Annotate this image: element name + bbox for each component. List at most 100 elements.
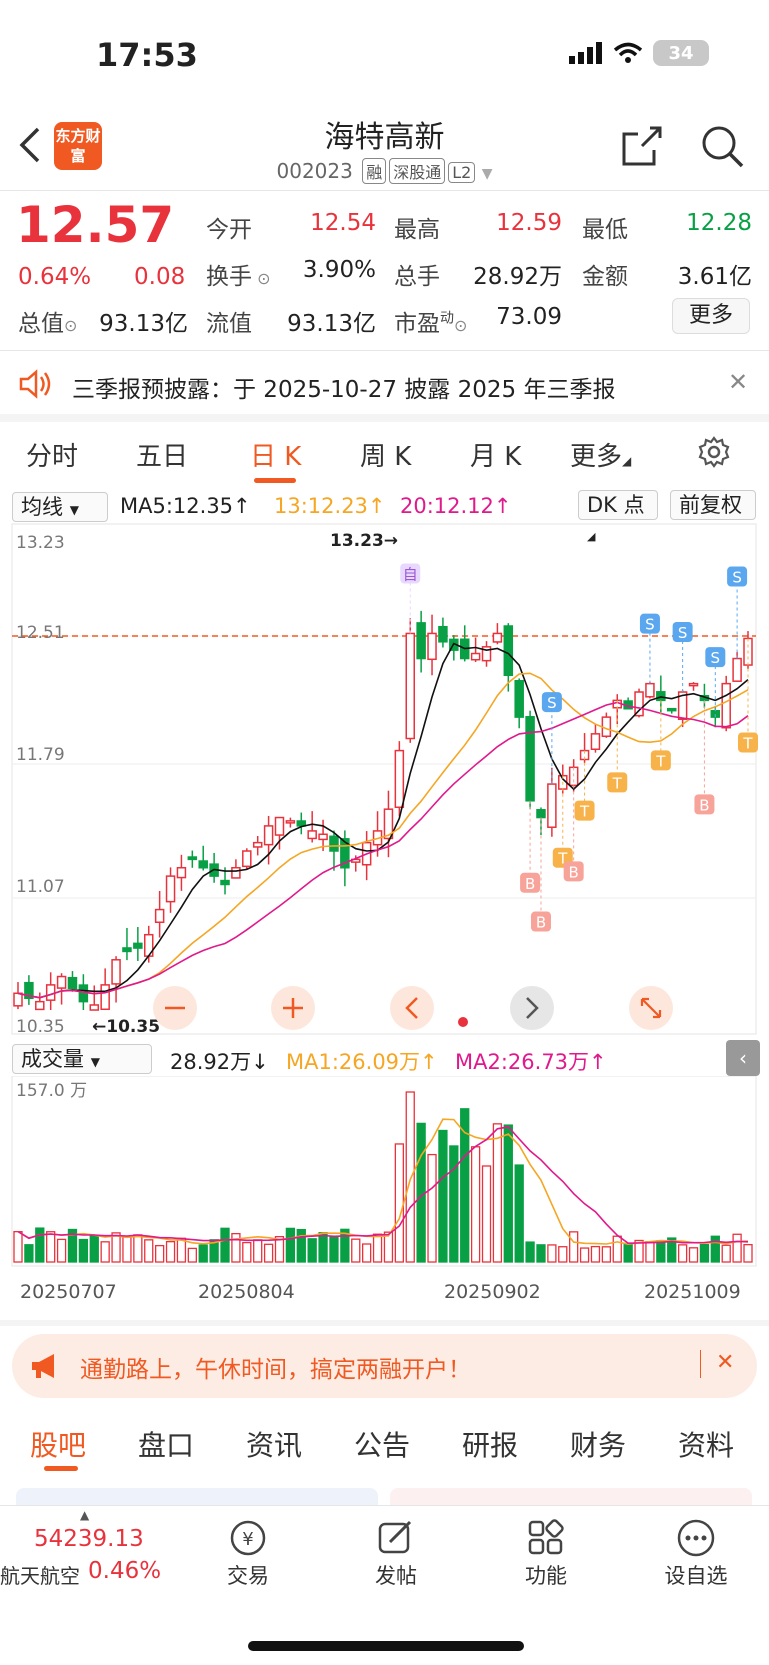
volume-chart[interactable]: 157.0 万 20250707 20250804 20250902 20251… [0,1076,769,1316]
low-value: 12.28 [686,210,752,236]
tab-financials[interactable]: 财务 [570,1424,626,1464]
fullscreen-button[interactable] [629,986,673,1030]
dropdown-icon[interactable]: ▼ [482,166,493,182]
svg-text:¥: ¥ [242,1529,253,1550]
dock-functions[interactable]: 功能 [496,1560,596,1590]
volume-bar [56,1238,67,1263]
tab-monthly-k[interactable]: 月 K [470,436,521,473]
dock-post[interactable]: 发帖 [346,1560,446,1590]
tab-intraday[interactable]: 分时 [26,436,78,473]
volume-bar [372,1233,383,1263]
tab-guba[interactable]: 股吧 [30,1424,86,1464]
candle-body [111,959,121,985]
volume-bar [721,1244,731,1263]
volume-bar [133,1234,143,1263]
y-tick: 10.35 [16,1017,65,1037]
promo-text: 通勤路上，午休时间，搞定两融开户！ [80,1357,471,1383]
notice-text[interactable]: 三季报预披露：于 2025-10-27 披露 2025 年三季报 [72,370,615,404]
y-tick: 11.79 [16,745,65,765]
tab-daily-k[interactable]: 日 K [250,436,301,473]
pan-left-button[interactable] [390,986,434,1030]
current-price: 12.57 [16,196,175,254]
volume-bar [743,1243,753,1263]
volume-bar [231,1232,241,1263]
kline-chart[interactable]: 13.23 12.51 11.79 11.07 10.35 13.23→ ←10… [0,520,769,1040]
candles-layer [13,610,753,1011]
pan-right-button[interactable] [510,986,554,1030]
volume-indicator-select[interactable]: 成交量 ▼ [12,1044,152,1074]
promo-close-icon[interactable]: ✕ [716,1350,734,1375]
tab-research[interactable]: 研报 [462,1424,518,1464]
amount-value: 3.61亿 [677,264,752,290]
volume-bar [351,1238,361,1263]
indicator-select[interactable]: 均线 ▼ [12,492,108,522]
settings-button[interactable] [698,436,730,475]
candle-body [732,657,742,682]
volume-bar [176,1237,187,1263]
index-value[interactable]: 54239.13 [34,1526,144,1552]
low-label: 最低 [582,217,628,243]
candle-body [416,622,426,660]
candle-body [492,632,503,643]
volume-bar [405,1091,415,1263]
dk-point-select[interactable]: DK 点◢ [578,490,658,543]
close-icon[interactable]: ✕ [728,368,748,396]
candle-body [89,1004,100,1011]
more-dots-icon[interactable] [675,1518,717,1562]
tag-margin: 融 [362,158,387,184]
ma5-legend: MA5:12.35↑ [120,494,251,518]
share-icon [622,126,662,166]
float-cap-value: 93.13亿 [287,311,376,337]
volume-bar [285,1227,296,1263]
signal-label: B [536,914,546,932]
candle-body [721,682,731,729]
x-tick: 20251009 [644,1281,741,1303]
index-change: 0.46% [88,1558,162,1584]
adjust-button[interactable]: 前复权 [670,490,756,520]
info-icon[interactable]: ⊙ [64,316,77,335]
amount-label: 金额 [582,264,628,290]
stock-code: 002023 [276,159,353,183]
info-icon[interactable]: ⊙ [252,269,270,288]
dock-trade[interactable]: 交易 [198,1560,298,1590]
share-button[interactable] [620,124,664,172]
tab-announcements[interactable]: 公告 [354,1424,410,1464]
zoom-out-button[interactable] [153,986,197,1030]
candle-body [590,733,601,750]
candle-body [263,825,274,846]
tab-news[interactable]: 资讯 [246,1424,302,1464]
volume-bar [242,1241,252,1263]
max-price-label: 13.23→ [330,531,398,551]
trade-icon[interactable]: ¥ [226,1518,270,1562]
candle-body [176,866,187,879]
candle-body [45,984,56,1001]
signal-label: T [612,774,623,792]
candle-body [252,841,263,848]
dock-add-watchlist[interactable]: 设自选 [646,1560,746,1590]
x-tick: 20250902 [444,1281,541,1303]
candle-body [56,975,67,989]
candle-body [427,632,437,661]
tab-more[interactable]: 更多◢ [570,436,631,473]
search-button[interactable] [700,124,746,174]
tab-orderbook[interactable]: 盘口 [138,1424,194,1464]
status-icons: 34 [569,40,709,66]
volume-bar [89,1234,99,1263]
volume-bar [46,1231,56,1263]
zoom-in-button[interactable] [271,986,315,1030]
more-button[interactable]: 更多 [672,298,750,334]
info-icon[interactable]: ⊙ [454,316,467,335]
tab-weekly-k[interactable]: 周 K [360,436,411,473]
tab-profile[interactable]: 资料 [678,1424,734,1464]
volume-ma-line [17,1118,749,1246]
candle-body [78,984,89,1003]
tab-five-day[interactable]: 五日 [136,436,188,473]
collapse-panel-button[interactable]: ‹ [726,1040,760,1076]
compose-icon[interactable] [376,1518,416,1562]
volume-bar [253,1239,263,1263]
candle-body [274,816,285,836]
volume-bar [547,1244,557,1263]
candle-body [329,835,339,852]
turnover-label: 换手 ⊙ [206,264,271,290]
grid-icon[interactable] [526,1518,566,1562]
